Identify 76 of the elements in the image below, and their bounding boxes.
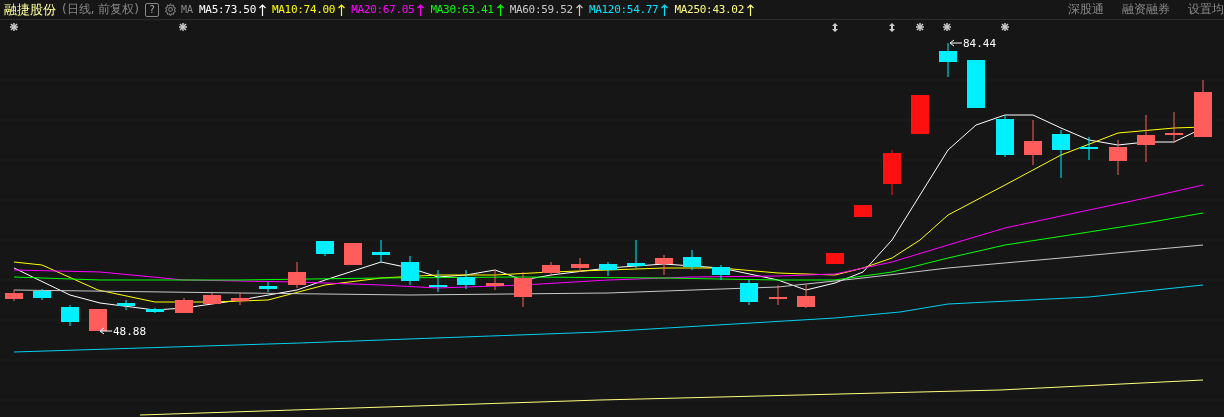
asterisk-icon bbox=[942, 22, 952, 32]
candlestick bbox=[797, 284, 815, 309]
double-arrow-icon bbox=[889, 23, 895, 32]
candlestick bbox=[712, 264, 730, 281]
toolbar-link[interactable]: 融资融券 bbox=[1122, 1, 1170, 18]
ma-value: MA60:59.52 bbox=[509, 3, 573, 16]
candlestick bbox=[1080, 136, 1098, 161]
asterisk-icon bbox=[915, 22, 925, 32]
candlestick bbox=[740, 279, 758, 306]
up-arrow-icon bbox=[661, 3, 669, 16]
candlestick bbox=[883, 149, 901, 196]
ma-value: MA5:73.50 bbox=[199, 3, 256, 16]
candlestick bbox=[61, 304, 79, 327]
help-button[interactable]: ? bbox=[145, 2, 159, 17]
settings-icon[interactable] bbox=[164, 3, 177, 16]
candlestick bbox=[1024, 119, 1042, 166]
candlestick bbox=[457, 269, 475, 290]
candlestick bbox=[967, 59, 985, 109]
toolbar-link[interactable]: 深股通 bbox=[1068, 1, 1104, 18]
candlestick bbox=[117, 299, 135, 311]
ma-value: MA250:43.02 bbox=[674, 3, 744, 16]
candlestick bbox=[939, 42, 957, 78]
price-label: 48.88 bbox=[113, 325, 147, 338]
candlestick bbox=[372, 239, 390, 263]
candlestick bbox=[401, 255, 419, 286]
asterisk-icon bbox=[178, 22, 188, 32]
candlestick bbox=[1052, 129, 1070, 179]
candlestick bbox=[683, 249, 701, 271]
candlestick bbox=[146, 307, 164, 314]
candlestick bbox=[571, 257, 589, 273]
up-arrow-icon bbox=[496, 3, 504, 16]
candlestick bbox=[231, 292, 249, 306]
up-arrow-icon bbox=[258, 3, 266, 16]
stock-name: 融捷股份 bbox=[4, 0, 56, 19]
ma-value: MA10:74.00 bbox=[271, 3, 336, 16]
ma-value: MA20:67.05 bbox=[351, 3, 415, 16]
toolbar-link[interactable]: 设置均 bbox=[1188, 1, 1224, 18]
candlestick bbox=[203, 292, 221, 306]
candlestick bbox=[655, 254, 673, 276]
candlestick bbox=[344, 242, 362, 266]
candlestick bbox=[175, 297, 193, 314]
candlestick bbox=[769, 284, 787, 306]
ma-value: MA120:54.77 bbox=[588, 3, 659, 16]
leader-arrow bbox=[949, 39, 963, 47]
candlestick bbox=[514, 271, 532, 308]
asterisk-icon bbox=[9, 22, 19, 32]
candlestick bbox=[288, 261, 306, 289]
candlestick bbox=[5, 289, 23, 302]
up-arrow-icon bbox=[417, 3, 425, 16]
ma-label: MA bbox=[181, 4, 194, 15]
leader-arrow bbox=[99, 327, 113, 335]
candlestick bbox=[1194, 79, 1212, 138]
asterisk-icon bbox=[1000, 22, 1010, 32]
candlestick bbox=[996, 114, 1014, 158]
candlestick bbox=[316, 240, 334, 257]
candlestick bbox=[89, 308, 107, 332]
chart-mode-label: (日线, 前复权) bbox=[62, 1, 139, 18]
candlestick bbox=[1137, 114, 1155, 163]
candlestick bbox=[911, 94, 929, 135]
candlestick bbox=[627, 239, 645, 269]
up-arrow-icon bbox=[575, 3, 583, 16]
candlestick bbox=[429, 269, 447, 293]
price-label: 84.44 bbox=[963, 37, 997, 50]
candlestick bbox=[854, 204, 872, 218]
candlestick bbox=[259, 281, 277, 293]
candlestick bbox=[486, 269, 504, 291]
candlestick bbox=[542, 261, 560, 277]
ma-value: MA30:63.41 bbox=[430, 3, 494, 16]
candlestick bbox=[1109, 139, 1127, 176]
double-arrow-icon bbox=[832, 23, 838, 32]
candlestick bbox=[1165, 111, 1183, 144]
up-arrow-icon bbox=[747, 3, 754, 16]
candlestick bbox=[599, 261, 617, 277]
candlestick bbox=[826, 252, 844, 265]
candlestick bbox=[33, 288, 51, 301]
up-arrow-icon bbox=[338, 3, 346, 16]
